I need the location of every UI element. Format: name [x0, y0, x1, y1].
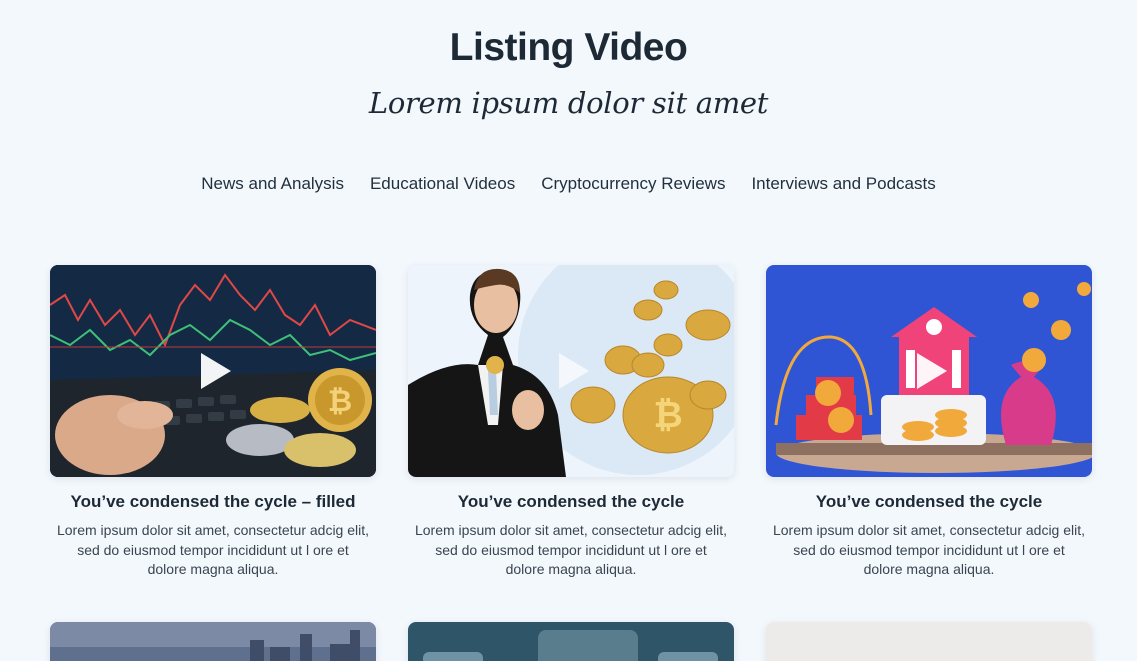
- card-title: You’ve condensed the cycle: [457, 492, 685, 511]
- card-description: Lorem ipsum dolor sit amet, consectetur …: [414, 522, 728, 577]
- video-thumbnail[interactable]: [50, 622, 376, 661]
- category-tabs: News and Analysis Educational Videos Cry…: [0, 174, 1137, 194]
- video-card: [408, 622, 734, 661]
- tab-interviews-and-podcasts[interactable]: Interviews and Podcasts: [751, 174, 935, 194]
- card-title: You’ve condensed the cycle: [815, 492, 1043, 511]
- play-icon[interactable]: [917, 353, 947, 389]
- page-subtitle: Lorem ipsum dolor sit amet: [368, 86, 769, 120]
- video-thumbnail[interactable]: [766, 265, 1092, 477]
- card-title: You’ve condensed the cycle – filled: [70, 492, 356, 511]
- snowy-city-image: [50, 622, 376, 661]
- video-card: [50, 622, 376, 661]
- video-card: ₿ You’ve condensed the cycle – filled Lo…: [50, 265, 376, 580]
- light-placeholder-image: [766, 622, 1092, 661]
- card-description: Lorem ipsum dolor sit amet, consectetur …: [772, 522, 1086, 577]
- tab-news-and-analysis[interactable]: News and Analysis: [201, 174, 344, 194]
- video-thumbnail[interactable]: [766, 622, 1092, 661]
- card-description: Lorem ipsum dolor sit amet, consectetur …: [56, 522, 370, 577]
- video-card: [766, 622, 1092, 661]
- abstract-blocks-image: [408, 622, 734, 661]
- tab-educational-videos[interactable]: Educational Videos: [370, 174, 515, 194]
- video-thumbnail[interactable]: [408, 622, 734, 661]
- page-title: Listing Video: [449, 26, 688, 69]
- svg-text:₿: ₿: [328, 384, 352, 419]
- svg-text:₿: ₿: [653, 395, 682, 436]
- play-icon[interactable]: [201, 353, 231, 389]
- video-thumbnail[interactable]: ₿: [408, 265, 734, 477]
- tab-cryptocurrency-reviews[interactable]: Cryptocurrency Reviews: [541, 174, 725, 194]
- video-card: ₿ You’ve condensed the cycle Lorem ipsum…: [408, 265, 734, 580]
- video-thumbnail[interactable]: ₿: [50, 265, 376, 477]
- play-icon[interactable]: [559, 353, 589, 389]
- video-card: You’ve condensed the cycle Lorem ipsum d…: [766, 265, 1092, 580]
